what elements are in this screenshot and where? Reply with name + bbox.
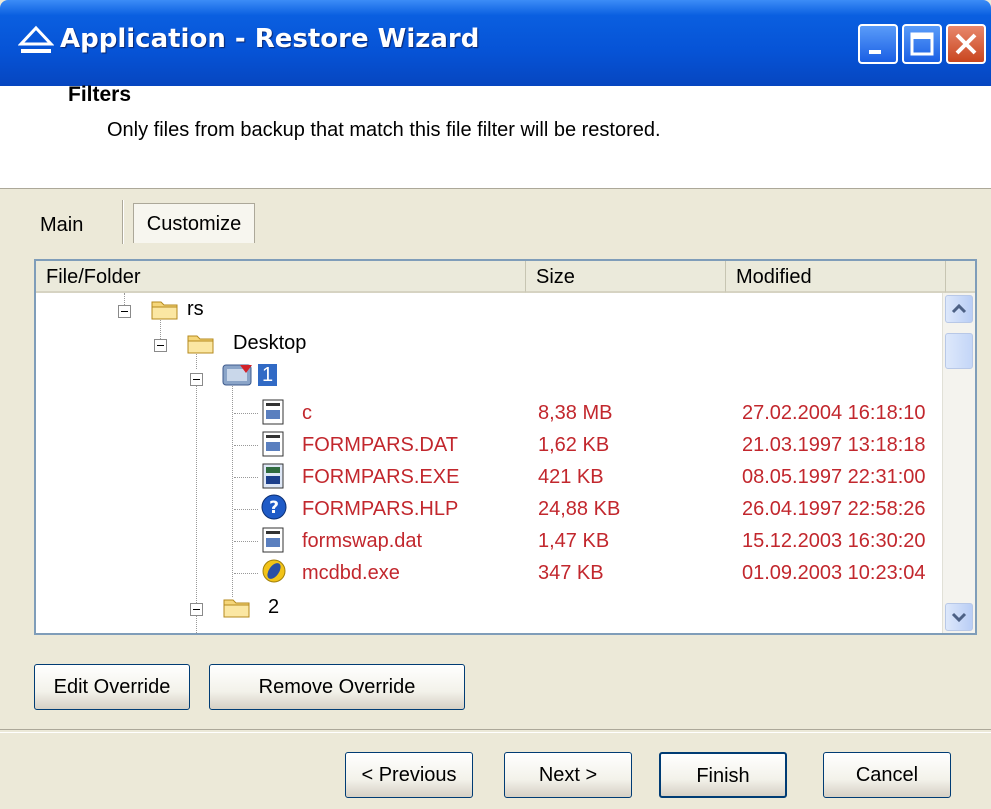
- finish-button[interactable]: Finish: [659, 752, 787, 798]
- file-size: 421 KB: [538, 466, 604, 488]
- cancel-button[interactable]: Cancel: [823, 752, 951, 798]
- tab-customize[interactable]: Customize: [133, 203, 255, 243]
- backup-set-icon: [222, 364, 252, 386]
- scroll-up-button[interactable]: [945, 295, 973, 323]
- chevron-down-icon: [951, 612, 967, 623]
- tree-line: [234, 413, 258, 414]
- tree-line: [234, 509, 258, 510]
- chevron-up-icon: [951, 303, 967, 314]
- eject-icon: [18, 25, 54, 53]
- file-size: 1,62 KB: [538, 434, 610, 456]
- folder-icon: [187, 335, 214, 354]
- file-name[interactable]: c: [302, 397, 312, 429]
- file-name[interactable]: mcdbd.exe: [302, 557, 400, 589]
- document-icon: [262, 399, 284, 425]
- collapse-toggle[interactable]: [118, 305, 131, 318]
- minimize-icon: [869, 50, 881, 54]
- edit-override-button[interactable]: Edit Override: [34, 664, 190, 710]
- file-modified: 21.03.1997 13:18:18: [742, 434, 926, 456]
- file-name[interactable]: formswap.dat: [302, 525, 422, 557]
- tree-node-desktop[interactable]: Desktop: [233, 327, 306, 359]
- folder-icon: [151, 301, 178, 320]
- cancel-label: Cancel: [855, 764, 919, 786]
- help-icon: ?: [261, 494, 287, 520]
- file-modified: 15.12.2003 16:30:20: [742, 530, 926, 552]
- column-header-filler: [946, 261, 975, 293]
- tree-line: [196, 381, 197, 633]
- tab-main[interactable]: Main: [40, 214, 83, 237]
- file-size: 347 KB: [538, 562, 604, 584]
- minimize-button[interactable]: [858, 24, 898, 64]
- collapse-toggle[interactable]: [190, 373, 203, 386]
- tree-node-rs[interactable]: rs: [187, 293, 204, 325]
- remove-override-label: Remove Override: [258, 676, 416, 698]
- page-subtitle: Only files from backup that match this f…: [107, 119, 661, 141]
- file-size: 8,38 MB: [538, 402, 613, 424]
- edit-override-label: Edit Override: [53, 676, 171, 698]
- column-header-size[interactable]: Size: [526, 261, 726, 293]
- maximize-button[interactable]: [902, 24, 942, 64]
- remove-override-button[interactable]: Remove Override: [209, 664, 465, 710]
- app-icon: [262, 559, 286, 583]
- tree-node-2[interactable]: 2: [268, 591, 279, 623]
- next-label: Next >: [538, 764, 598, 786]
- collapse-toggle[interactable]: [190, 603, 203, 616]
- file-size: 1,47 KB: [538, 530, 610, 552]
- file-modified: 27.02.2004 16:18:10: [742, 402, 926, 424]
- finish-label: Finish: [696, 765, 750, 787]
- file-tree[interactable]: File/Folder Size Modified rs Desktop 1 c…: [34, 259, 977, 635]
- tree-line: [232, 381, 233, 597]
- previous-button[interactable]: < Previous: [345, 752, 473, 798]
- file-name[interactable]: FORMPARS.DAT: [302, 429, 458, 461]
- file-modified: 08.05.1997 22:31:00: [742, 466, 926, 488]
- collapse-toggle[interactable]: [154, 339, 167, 352]
- svg-text:?: ?: [269, 498, 279, 518]
- title-bar: Application - Restore Wizard: [0, 0, 991, 86]
- scroll-thumb[interactable]: [945, 333, 973, 369]
- file-modified: 26.04.1997 22:58:26: [742, 498, 926, 520]
- column-header-modified[interactable]: Modified: [726, 261, 946, 293]
- next-button[interactable]: Next >: [504, 752, 632, 798]
- tree-line: [234, 477, 258, 478]
- tree-line: [234, 541, 258, 542]
- file-name[interactable]: FORMPARS.HLP: [302, 493, 458, 525]
- tree-node-1-wrap: 1: [258, 359, 278, 391]
- vertical-scrollbar[interactable]: [942, 293, 975, 633]
- executable-icon: [262, 463, 284, 489]
- tab-divider: [122, 200, 124, 244]
- file-name[interactable]: FORMPARS.EXE: [302, 461, 459, 493]
- column-header-file[interactable]: File/Folder: [36, 261, 526, 293]
- close-button[interactable]: [946, 24, 986, 64]
- page-title: Filters: [68, 83, 132, 106]
- tree-line: [234, 445, 258, 446]
- document-icon: [262, 527, 284, 553]
- document-icon: [262, 431, 284, 457]
- close-icon: [955, 33, 977, 55]
- file-modified: 01.09.2003 10:23:04: [742, 562, 926, 584]
- file-size: 24,88 KB: [538, 498, 621, 520]
- folder-icon: [223, 599, 250, 618]
- footer-divider: [0, 729, 991, 733]
- window-title: Application - Restore Wizard: [60, 24, 480, 54]
- scroll-down-button[interactable]: [945, 603, 973, 631]
- previous-label: < Previous: [361, 764, 457, 786]
- tree-line: [234, 573, 258, 574]
- maximize-icon: [910, 32, 934, 56]
- tree-node-1[interactable]: 1: [258, 364, 278, 386]
